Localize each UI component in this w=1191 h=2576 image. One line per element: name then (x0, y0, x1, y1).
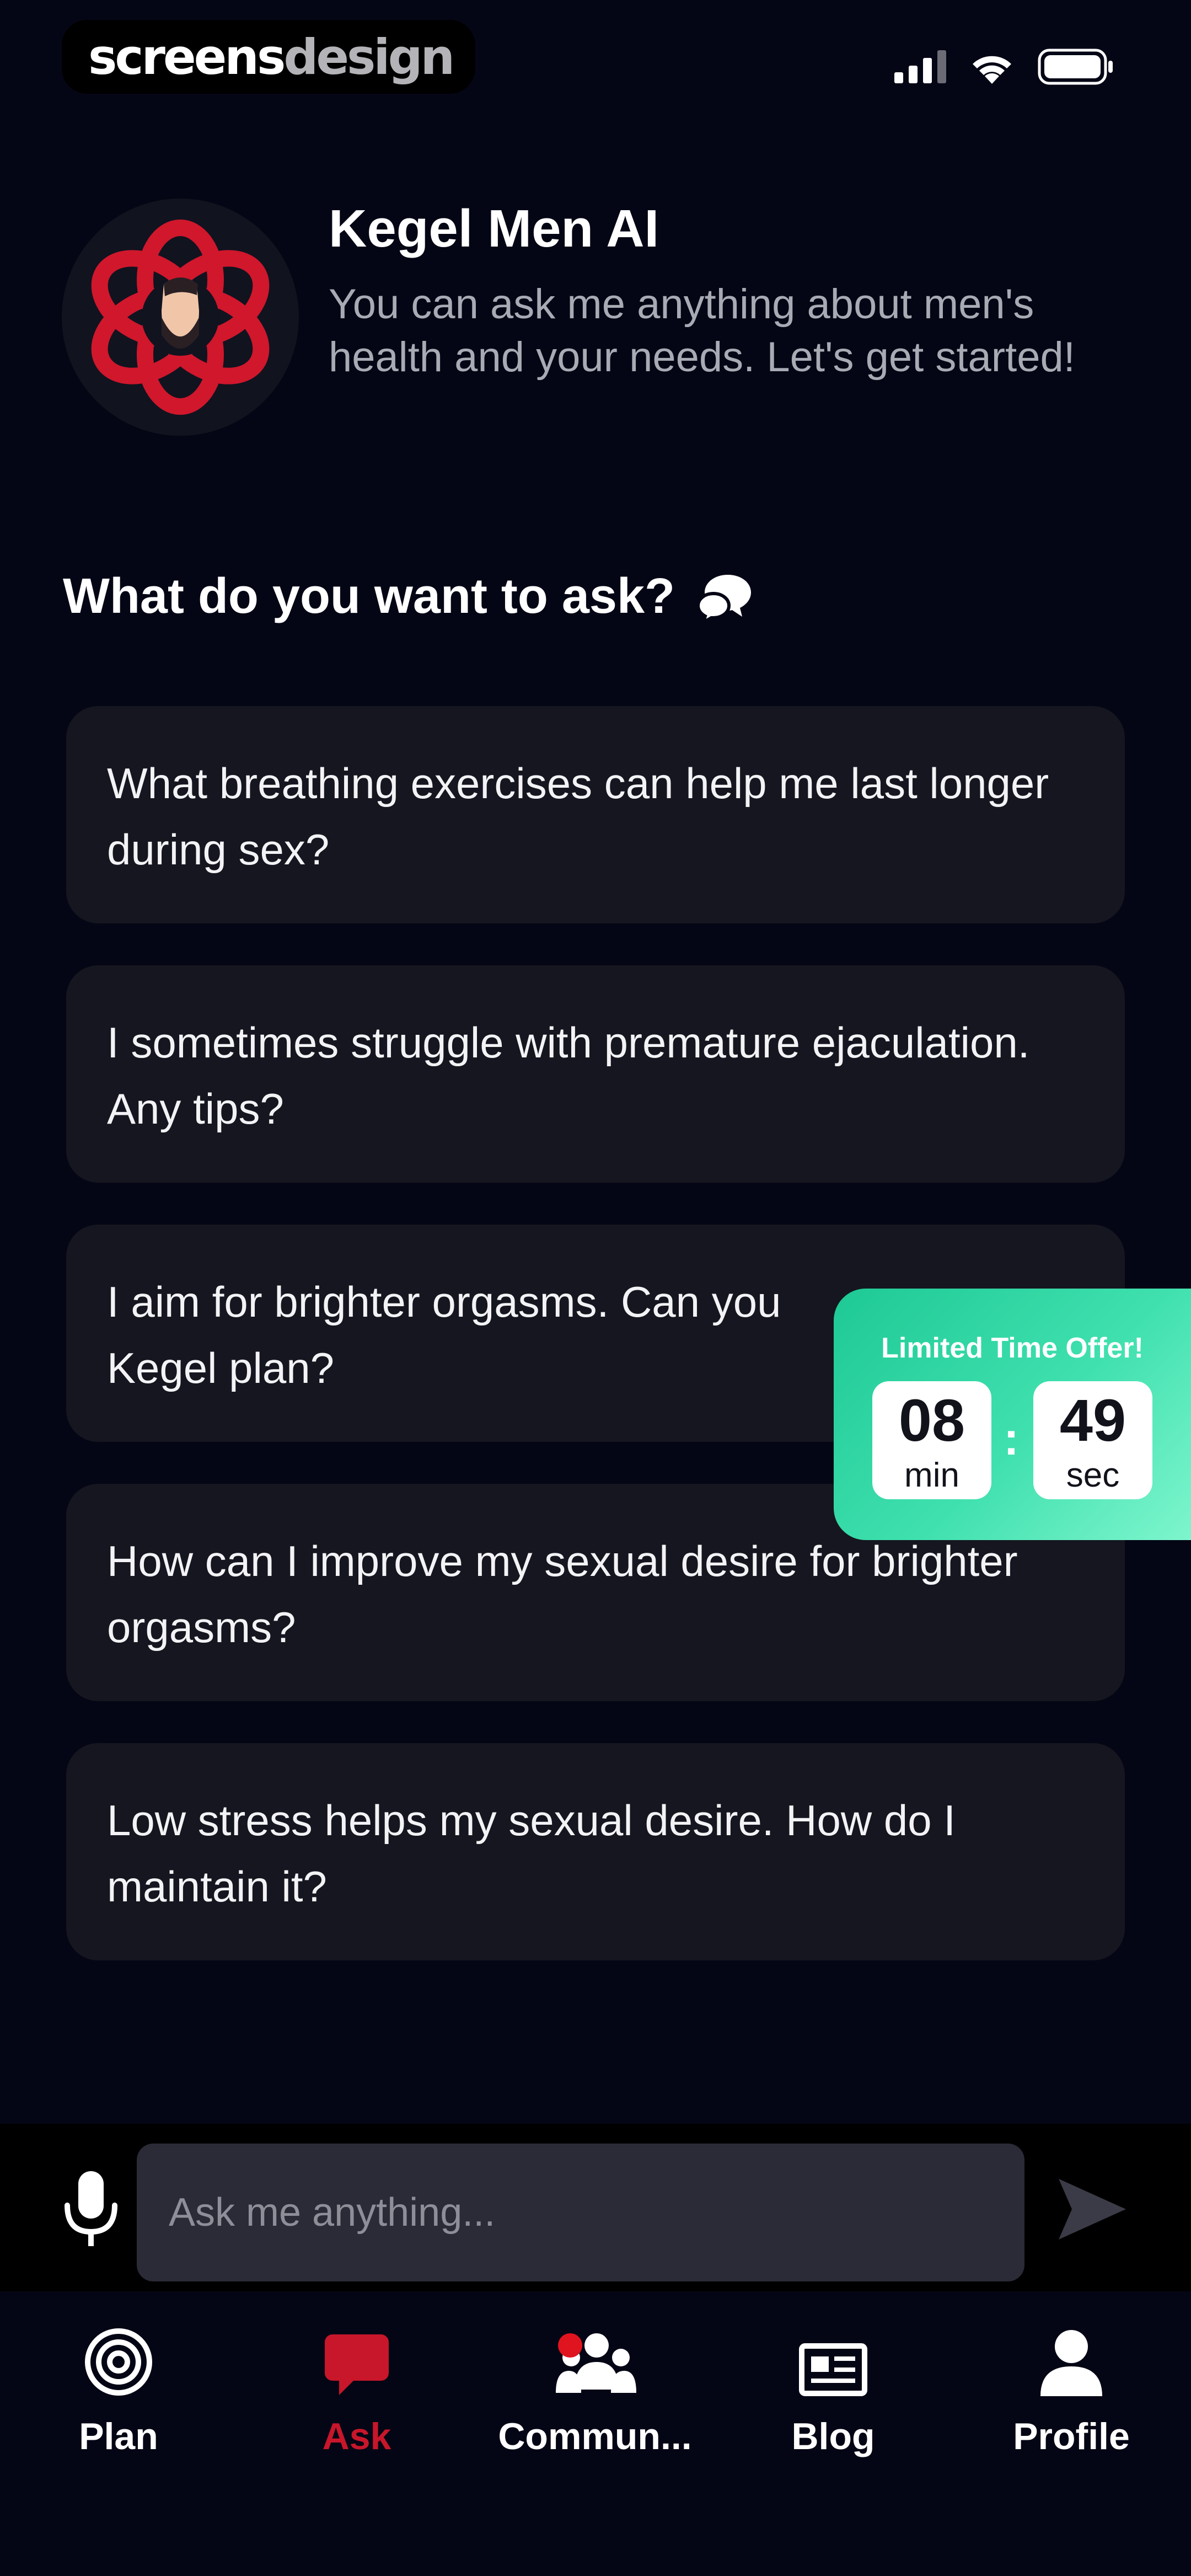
suggestion-card[interactable]: What breathing exercises can help me las… (66, 706, 1125, 923)
bot-avatar (62, 199, 299, 436)
timer-seconds: 49 sec (1033, 1381, 1152, 1499)
tab-label: Profile (1013, 2415, 1130, 2457)
brand-logo: screens design (62, 20, 475, 94)
tab-label: Commun... (498, 2415, 692, 2457)
ask-heading: What do you want to ask? (63, 568, 752, 625)
tab-label: Blog (791, 2415, 875, 2457)
person-icon (1040, 2330, 1102, 2396)
status-bar: screens design (0, 0, 1191, 110)
suggestion-card[interactable]: Low stress helps my sexual desire. How d… (66, 1743, 1125, 1960)
tab-community[interactable]: Commun... (476, 2321, 713, 2465)
tab-blog[interactable]: Blog (715, 2321, 952, 2465)
ask-heading-text: What do you want to ask? (63, 569, 675, 624)
cellular-signal-icon (894, 50, 946, 83)
tab-label: Ask (322, 2415, 391, 2457)
timer-minutes-value: 08 (898, 1387, 965, 1453)
suggestion-card-text: I aim for brighter orgasms. Can you (107, 1278, 781, 1326)
send-icon[interactable] (1056, 2177, 1128, 2242)
status-icons (894, 47, 1114, 86)
tab-profile[interactable]: Profile (953, 2321, 1190, 2465)
offer-title: Limited Time Offer! (881, 1332, 1144, 1364)
timer-seconds-unit: sec (1066, 1456, 1120, 1494)
tab-plan[interactable]: Plan (0, 2321, 237, 2465)
bot-name: Kegel Men AI (329, 199, 659, 258)
bot-description: You can ask me anything about men's heal… (329, 281, 1075, 381)
microphone-icon[interactable] (61, 2171, 121, 2248)
battery-icon (1038, 49, 1113, 85)
bottom-tab-bar: Plan Ask Commun... Blog Profile (0, 2291, 1191, 2576)
bot-logo-icon (91, 220, 270, 415)
newspaper-icon (799, 2343, 867, 2396)
brand-text-secondary: design (283, 28, 455, 85)
community-icon (556, 2333, 636, 2393)
wifi-icon (973, 56, 1011, 84)
timer-seconds-value: 49 (1059, 1387, 1126, 1453)
brand-text-primary: screens (88, 28, 286, 85)
tab-label: Plan (79, 2415, 158, 2457)
chat-input-bar: Ask me anything... (0, 2124, 1191, 2291)
timer-separator: : (1004, 1413, 1019, 1465)
suggestion-card[interactable]: I sometimes struggle with premature ejac… (66, 965, 1125, 1183)
timer-minutes: 08 min (872, 1381, 991, 1499)
ask-input[interactable]: Ask me anything... (137, 2144, 1024, 2281)
timer-minutes-unit: min (904, 1456, 959, 1494)
tab-ask[interactable]: Ask (238, 2321, 475, 2465)
speech-bubbles-icon (697, 574, 752, 622)
target-icon (85, 2328, 152, 2396)
suggestion-card-text-line2: Kegel plan? (107, 1344, 335, 1392)
chat-bubble-icon (325, 2334, 389, 2395)
